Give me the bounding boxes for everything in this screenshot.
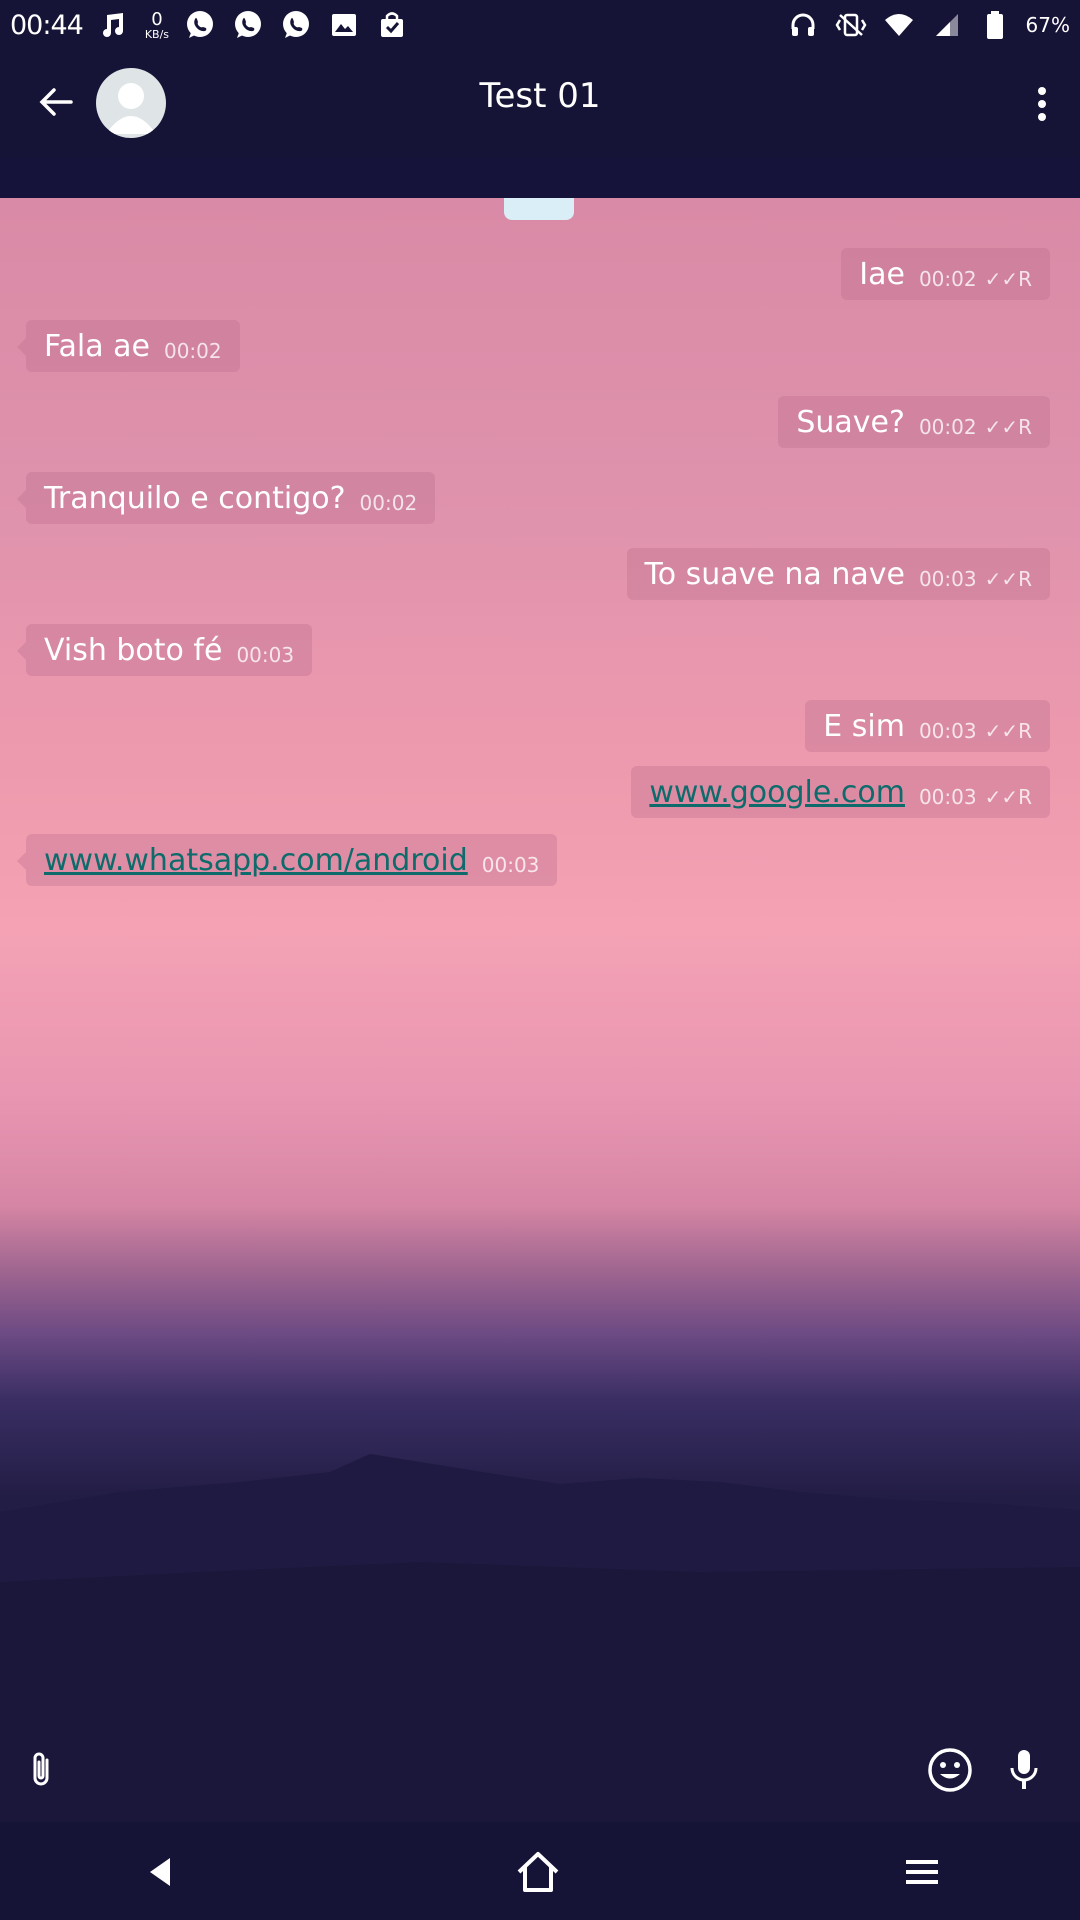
nav-back-button[interactable] bbox=[132, 1844, 188, 1900]
message-bubble-outgoing[interactable]: E sim 00:03 ✓✓R bbox=[805, 700, 1050, 752]
netspeed-value: 0 bbox=[151, 8, 163, 30]
read-status-icon: ✓✓R bbox=[984, 415, 1032, 439]
input-bar bbox=[0, 1728, 1080, 1820]
default-avatar-icon bbox=[106, 83, 156, 134]
whatsapp-icon bbox=[279, 8, 313, 42]
read-status-icon: ✓✓R bbox=[984, 267, 1032, 291]
read-status-icon: ✓✓R bbox=[984, 567, 1032, 591]
attach-button[interactable] bbox=[18, 1742, 66, 1798]
message-bubble-outgoing[interactable]: www.google.com 00:03 ✓✓R bbox=[631, 766, 1050, 818]
signal-icon bbox=[930, 8, 964, 42]
voice-record-button[interactable] bbox=[1000, 1742, 1048, 1798]
system-nav-bar bbox=[0, 1822, 1080, 1920]
status-right: 67% bbox=[786, 8, 1070, 42]
overflow-menu-button[interactable] bbox=[1022, 80, 1062, 128]
message-time: 00:02 bbox=[918, 415, 977, 439]
status-time: 00:44 bbox=[10, 9, 84, 41]
toolbar-divider bbox=[0, 158, 1080, 198]
date-chip bbox=[504, 198, 574, 220]
message-bubble-incoming[interactable]: Vish boto fé 00:03 bbox=[16, 624, 313, 676]
whatsapp-icon bbox=[183, 8, 217, 42]
shopping-bag-icon bbox=[375, 8, 409, 42]
message-text: Iae bbox=[859, 256, 905, 292]
message-link[interactable]: www.whatsapp.com/android bbox=[44, 843, 468, 878]
message-time: 00:02 bbox=[359, 491, 418, 515]
triangle-back-icon bbox=[150, 1858, 170, 1886]
contact-avatar[interactable] bbox=[96, 68, 166, 138]
message-time: 00:03 bbox=[918, 785, 977, 809]
microphone-icon bbox=[1010, 1750, 1038, 1789]
battery-percent: 67% bbox=[1025, 13, 1070, 37]
chat-toolbar: Test 01 bbox=[0, 50, 1080, 159]
battery-icon bbox=[978, 8, 1012, 42]
image-icon bbox=[327, 8, 361, 42]
wifi-icon bbox=[882, 8, 916, 42]
read-status-icon: ✓✓R bbox=[984, 785, 1032, 809]
netspeed-unit: KB/s bbox=[144, 27, 170, 41]
status-left: 00:44 0 KB/s bbox=[10, 8, 409, 42]
status-bar: 00:44 0 KB/s 67% bbox=[0, 0, 1080, 50]
message-time: 00:03 bbox=[236, 643, 295, 667]
message-text: Tranquilo e contigo? bbox=[44, 480, 346, 516]
message-time: 00:03 bbox=[481, 853, 540, 877]
chat-area[interactable]: Iae 00:02 ✓✓R Fala ae 00:02 Suave? 00:02… bbox=[0, 198, 1080, 1822]
message-text: Fala ae bbox=[44, 328, 150, 364]
whatsapp-icon bbox=[231, 8, 265, 42]
message-bubble-outgoing[interactable]: Suave? 00:02 ✓✓R bbox=[778, 396, 1050, 448]
message-bubble-incoming[interactable]: Tranquilo e contigo? 00:02 bbox=[16, 472, 436, 524]
message-text: E sim bbox=[823, 708, 905, 744]
message-bubble-incoming[interactable]: www.whatsapp.com/android 00:03 bbox=[16, 834, 558, 886]
nav-home-button[interactable] bbox=[510, 1844, 566, 1900]
arrow-left-icon bbox=[39, 88, 73, 116]
message-time: 00:02 bbox=[918, 267, 977, 291]
read-status-icon: ✓✓R bbox=[984, 719, 1032, 743]
netspeed-indicator: 0 KB/s bbox=[144, 8, 170, 41]
message-time: 00:03 bbox=[918, 719, 977, 743]
message-time: 00:02 bbox=[163, 339, 222, 363]
message-bubble-outgoing[interactable]: To suave na nave 00:03 ✓✓R bbox=[626, 548, 1050, 600]
message-text: Suave? bbox=[796, 404, 905, 440]
emoji-button[interactable] bbox=[924, 1744, 976, 1796]
message-bubble-incoming[interactable]: Fala ae 00:02 bbox=[17, 320, 240, 372]
nav-menu-button[interactable] bbox=[894, 1844, 950, 1900]
hamburger-menu-icon bbox=[906, 1860, 938, 1884]
paperclip-icon bbox=[33, 1752, 49, 1786]
message-text: To suave na nave bbox=[644, 556, 905, 592]
headset-icon bbox=[786, 8, 820, 42]
message-bubble-outgoing[interactable]: Iae 00:02 ✓✓R bbox=[841, 248, 1050, 300]
message-text: Vish boto fé bbox=[44, 632, 223, 668]
vibrate-icon bbox=[834, 8, 868, 42]
more-vertical-icon bbox=[1038, 87, 1046, 121]
chat-title[interactable]: Test 01 bbox=[340, 76, 740, 116]
home-icon bbox=[517, 1852, 559, 1892]
music-note-icon bbox=[97, 8, 131, 42]
message-link[interactable]: www.google.com bbox=[649, 775, 905, 810]
back-button[interactable] bbox=[30, 76, 82, 128]
smiley-icon bbox=[928, 1748, 972, 1792]
message-time: 00:03 bbox=[918, 567, 977, 591]
